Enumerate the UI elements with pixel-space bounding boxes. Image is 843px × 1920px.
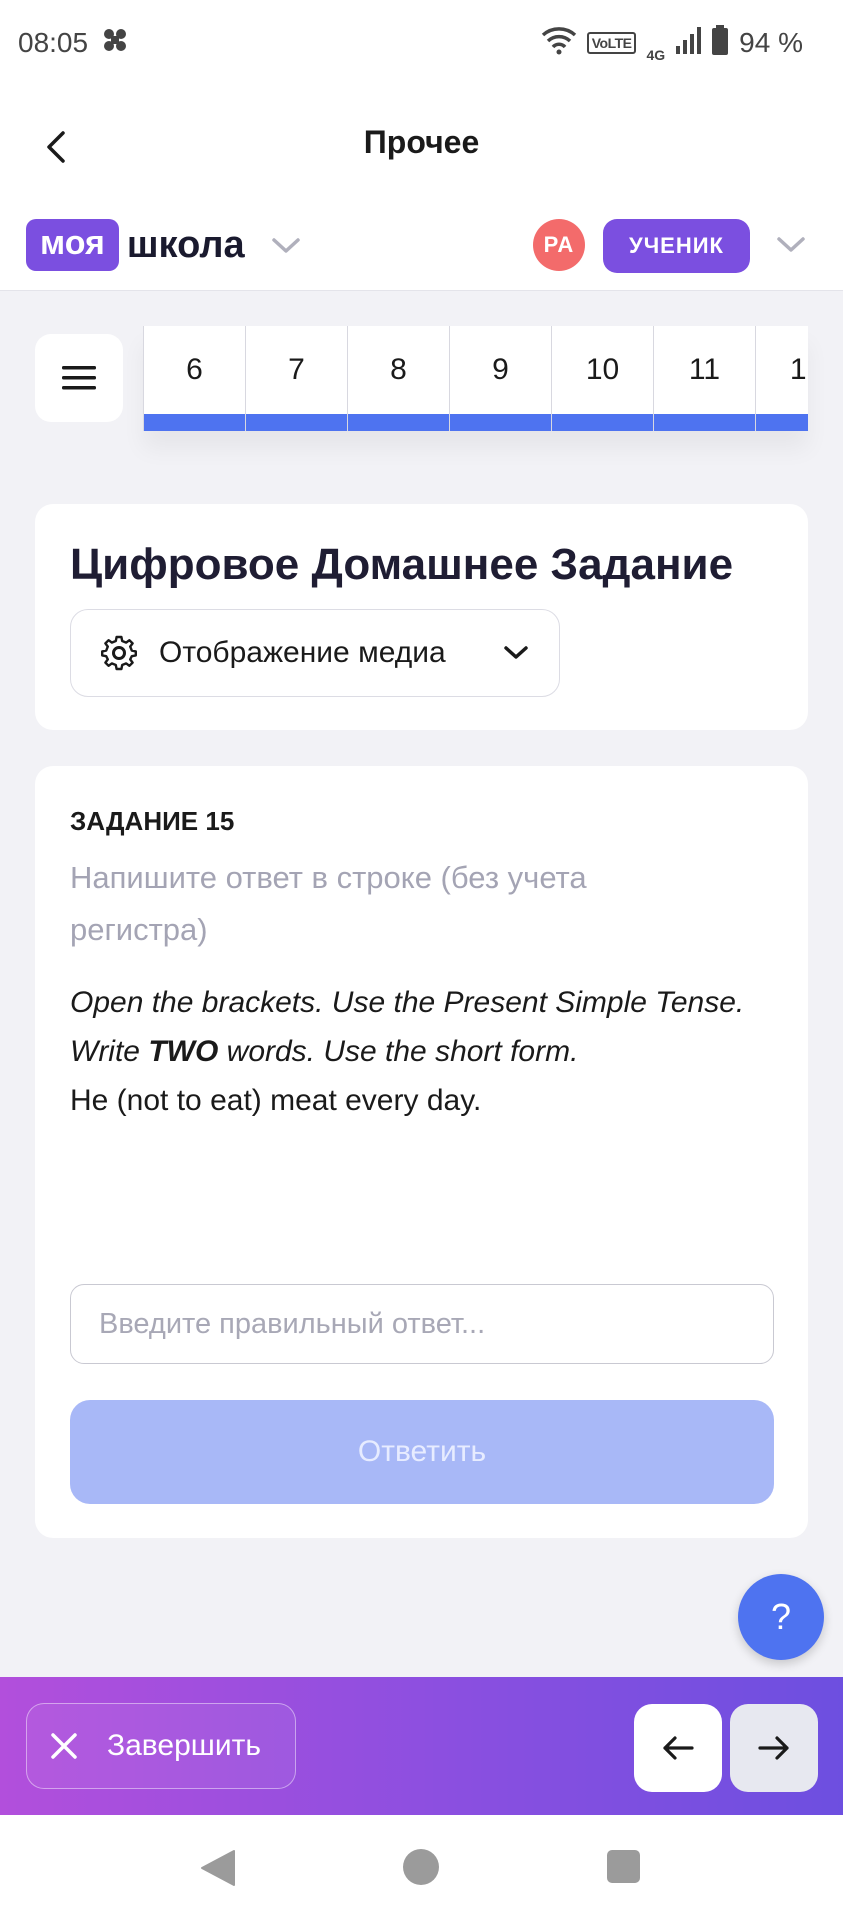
role-badge: УЧЕНИК — [603, 219, 750, 273]
bottom-action-bar: Завершить — [0, 1677, 843, 1815]
battery-level: 94 % — [739, 27, 803, 58]
logo-part-moya: моя — [26, 219, 119, 271]
task-instruction: Open the brackets. Use the Present Simpl… — [70, 986, 744, 1068]
logo-part-school: школа — [126, 224, 245, 266]
arrow-left-icon — [663, 1736, 694, 1760]
close-icon — [49, 1731, 79, 1761]
system-home-icon[interactable] — [403, 1849, 439, 1885]
chevron-down-icon — [271, 237, 301, 260]
system-recents-icon[interactable] — [607, 1850, 640, 1883]
task-card: ЗАДАНИЕ 15 Напишите ответ в строке (без … — [35, 766, 808, 1538]
media-display-select[interactable]: Отображение медиа — [70, 609, 560, 697]
homework-title: Цифровое Домашнее Задание — [70, 540, 734, 589]
task-label: ЗАДАНИЕ 15 — [70, 806, 235, 836]
finish-button[interactable]: Завершить — [26, 1703, 296, 1789]
task-text: Open the brackets. Use the Present Simpl… — [70, 978, 770, 1125]
homework-header-card: Цифровое Домашнее Задание Отображение ме… — [35, 504, 808, 730]
answer-input[interactable] — [70, 1284, 774, 1364]
chevron-down-icon — [503, 645, 529, 661]
help-button[interactable]: ? — [738, 1574, 824, 1660]
arrow-right-icon — [758, 1736, 789, 1760]
app-header: Прочее моя школа РА УЧЕНИК — [0, 86, 843, 291]
submit-answer-button[interactable]: Ответить — [70, 1400, 774, 1504]
task-menu-button[interactable] — [35, 334, 123, 422]
volte-badge: VoLTE — [586, 32, 637, 54]
page-title: Прочее — [363, 124, 480, 160]
battery-icon — [711, 24, 729, 62]
task-tab[interactable]: 8 — [347, 326, 449, 431]
status-time: 08:05 — [18, 27, 89, 58]
hamburger-icon — [62, 366, 96, 390]
school-logo-switcher[interactable]: моя школа — [26, 219, 301, 271]
network-type: 4G — [646, 47, 666, 63]
chevron-down-icon[interactable] — [776, 236, 806, 259]
task-tab[interactable]: 11 — [653, 326, 755, 431]
task-tab[interactable]: 6 — [143, 326, 245, 431]
task-tab[interactable]: 7 — [245, 326, 347, 431]
system-back-icon[interactable] — [200, 1849, 236, 1892]
task-sentence: He (not to eat) meat every day. — [70, 1084, 482, 1117]
task-tab[interactable]: 9 — [449, 326, 551, 431]
avatar[interactable]: РА — [533, 219, 585, 271]
previous-task-button[interactable] — [634, 1704, 722, 1792]
system-nav-bar — [0, 1815, 843, 1920]
instruction-part2: words. Use the short form. — [218, 1035, 579, 1068]
task-number-strip: 6 7 8 9 10 11 12 — [143, 326, 808, 431]
wifi-icon — [541, 25, 577, 62]
instruction-bold: TWO — [148, 1035, 219, 1068]
task-tab[interactable]: 12 — [755, 326, 808, 431]
status-right: VoLTE 4G 94 % — [541, 23, 803, 63]
finish-label: Завершить — [107, 1729, 261, 1762]
task-hint: Напишите ответ в строке (без учета регис… — [70, 860, 587, 947]
status-left: 08:05 — [18, 27, 128, 60]
next-task-button[interactable] — [730, 1704, 818, 1792]
grid-icon — [102, 27, 128, 60]
signal-icon — [675, 26, 702, 61]
task-tab[interactable]: 10 — [551, 326, 653, 431]
media-select-label: Отображение медиа — [159, 636, 446, 669]
status-bar: 08:05 VoLTE 4G 94 % — [0, 0, 843, 86]
gear-icon — [99, 633, 139, 673]
